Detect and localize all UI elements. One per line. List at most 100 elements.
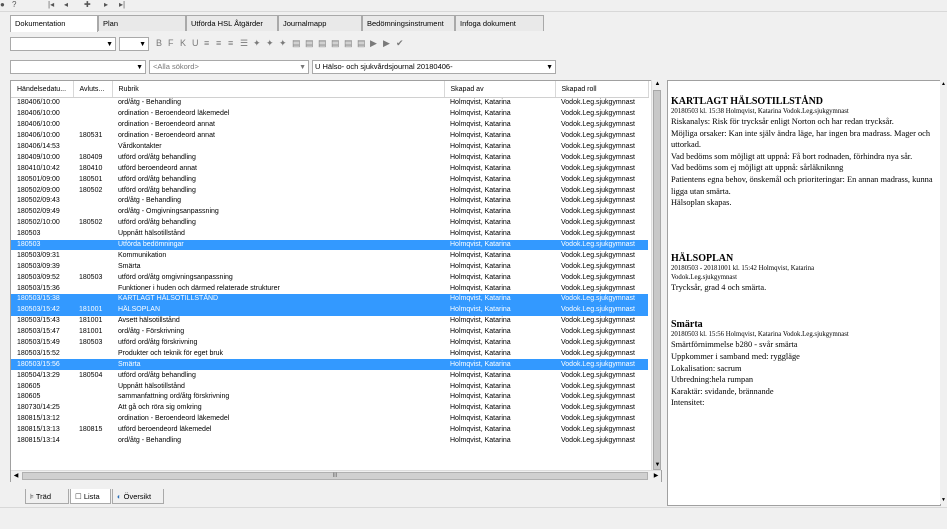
align-right-icon[interactable]: ≡ [228, 37, 233, 49]
underline-icon[interactable]: U [192, 37, 199, 49]
table-row[interactable]: 180406/10:00 ordination - Beroendeord läk… [11, 109, 648, 120]
journal-select[interactable]: U Hälso- och sjukvårdsjournal 20180406- … [312, 60, 556, 74]
italic-k-icon[interactable]: K [180, 37, 186, 49]
table-row[interactable]: 180503 Utförda bedömningar Holmqvist, Kata… [11, 239, 648, 251]
column-header-event-date[interactable]: Händelsedatu... [11, 81, 74, 98]
table-row[interactable]: 180815/13:12 ordination - Beroendeord läk… [11, 414, 648, 425]
tab-plan[interactable]: Plan [98, 15, 186, 31]
table-row[interactable]: 180503/15:52 Produkter och teknik för ege… [11, 348, 648, 359]
event-date-cell: 180406/10:00 [17, 121, 60, 129]
table-row[interactable]: 180503/15:42 181001 HÄLSOPLAN Holmqvist, Ka… [11, 304, 648, 316]
insert-image-icon[interactable]: ▤ [305, 37, 314, 49]
list-horizontal-scroll-thumb[interactable]: III [22, 472, 648, 480]
document-section-line: Uppkommer i samband med: ryggläge [671, 351, 800, 361]
table-row[interactable]: 180605 sammanfattning ord/åtg förskrivnin… [11, 392, 648, 403]
table-row[interactable]: 180503/15:49 180503 utförd ord/åtg förskri… [11, 338, 648, 349]
closed-date-cell [73, 120, 112, 131]
table-row[interactable]: 180502/10:00 180502 utförd ord/åtg behandl… [11, 218, 648, 229]
scroll-right-arrow-icon[interactable]: ▶ [651, 472, 661, 481]
created-role-cell: Vodok.Leg.sjukgymnast [561, 186, 635, 194]
table-row[interactable]: 180406/10:00 180531 ordination - Beroendeo… [11, 131, 648, 142]
symbol-icon[interactable]: ✦ [279, 37, 287, 49]
date-icon[interactable]: ▤ [344, 37, 353, 49]
template-icon[interactable]: ▤ [331, 37, 340, 49]
table-row[interactable]: 180503/09:52 180503 utförd ord/åtg omgivni… [11, 272, 648, 283]
table-row[interactable]: 180502/09:43 ord/åtg - Behandling Holmqvis… [11, 196, 648, 207]
forward-icon[interactable]: ▶ [383, 37, 390, 49]
table-row[interactable]: 180503/15:43 181001 Avsett hälsotillstånd H… [11, 316, 648, 327]
table-row[interactable]: 180504/13:29 180504 utförd ord/åtg behandl… [11, 370, 648, 381]
table-row[interactable]: 180502/09:49 ord/åtg - Omgivningsanpassni… [11, 207, 648, 218]
list-vertical-scrollbar[interactable]: ▲ ▼ [651, 80, 663, 470]
table-row[interactable]: 180503/15:47 181001 ord/åtg - Förskrivning… [11, 327, 648, 338]
list-horizontal-scrollbar[interactable]: ◀ III ▶ [11, 470, 661, 482]
category-filter-combo[interactable]: ▼ [10, 60, 146, 74]
table-row[interactable]: 180730/14:25 Att gå och röra sig omkring H… [11, 403, 648, 414]
view-tab-träd[interactable]: ⊧ Träd [25, 489, 69, 504]
spell-icon[interactable]: ✦ [253, 37, 261, 49]
created-role-cell: Vodok.Leg.sjukgymnast [561, 153, 635, 161]
scroll-down-arrow-icon[interactable]: ▼ [652, 461, 663, 470]
help-icon[interactable]: ? [12, 0, 16, 10]
first-icon[interactable]: |◂ [48, 0, 54, 10]
closed-date-cell [73, 392, 112, 403]
created-role-cell: Vodok.Leg.sjukgymnast [561, 175, 635, 183]
scroll-up-arrow-icon[interactable]: ▲ [940, 80, 947, 88]
note-icon[interactable]: ▤ [357, 37, 366, 49]
bullet-list-icon[interactable]: ☰ [240, 37, 248, 49]
table-row[interactable]: 180410/10:42 180410 utförd beroendeord ann… [11, 163, 648, 174]
tab-utförda-hsl-åtgärder[interactable]: Utförda HSL Åtgärder [186, 15, 278, 31]
scroll-left-arrow-icon[interactable]: ◀ [11, 472, 21, 481]
table-row[interactable]: 180503/09:39 Smärta Holmqvist, Katarina Vod… [11, 261, 648, 272]
last-icon[interactable]: ▸| [119, 0, 125, 10]
column-header-heading[interactable]: Rubrik [112, 81, 445, 98]
format-icon[interactable]: ▤ [318, 37, 327, 49]
list-vertical-scroll-thumb[interactable] [653, 90, 661, 470]
table-row[interactable]: 180503 Uppnått hälsotillstånd Holmqvist, K… [11, 229, 648, 240]
bold-icon[interactable]: B [156, 37, 162, 49]
view-tab-översikt[interactable]: ◐ Översikt [112, 489, 164, 504]
table-row[interactable]: 180503/15:38 KARTLAGT HÄLSOTILLSTÅND Holmq… [11, 294, 648, 305]
table-row[interactable]: 180605 Uppnått hälsotillstånd Holmqvist, K… [11, 381, 648, 392]
table-row[interactable]: 180502/09:00 180502 utförd ord/åtg behandl… [11, 185, 648, 196]
table-row[interactable]: 180406/10:00 ord/åtg - Behandling Holmqvis… [11, 98, 648, 109]
document-section-meta: 20180503 - 20181001 kl. 15:42 Holmqvist,… [671, 264, 815, 272]
italic-icon[interactable]: F [168, 37, 174, 49]
check-icon[interactable]: ✔ [396, 37, 404, 49]
table-row[interactable]: 180815/13:14 ord/åtg - Behandling Holmqvis… [11, 436, 648, 447]
next-icon[interactable]: ▸ [104, 0, 108, 10]
view-tab-lista[interactable]: ☐ Lista [70, 489, 111, 504]
column-header-closed[interactable]: Avluts... [73, 81, 113, 98]
prev-icon[interactable]: ◂ [64, 0, 68, 10]
table-row[interactable]: 180501/09:00 180501 utförd ord/åtg behandl… [11, 174, 648, 185]
table-row[interactable]: 180406/10:00 ordination - Beroendeord ann… [11, 120, 648, 131]
font-combo[interactable]: ▼ [10, 37, 116, 51]
refresh-icon[interactable]: ● [0, 0, 5, 10]
play-icon[interactable]: ▶ [370, 37, 377, 49]
align-left-icon[interactable]: ≡ [204, 37, 209, 49]
search-keyword-combo[interactable]: <Alla sökord> ▼ [149, 60, 309, 74]
abbreviation-icon[interactable]: ✦ [266, 37, 274, 49]
insert-table-icon[interactable]: ▤ [292, 37, 301, 49]
font-size-combo[interactable]: ▼ [119, 37, 149, 51]
column-header-created-role[interactable]: Skapad roll [555, 81, 649, 98]
closed-date-cell [73, 261, 112, 272]
table-row[interactable]: 180503/15:36 Funktioner i huden och därme… [11, 283, 648, 294]
align-center-icon[interactable]: ≡ [216, 37, 221, 49]
tab-journalmapp[interactable]: Journalmapp [278, 15, 362, 31]
closed-date-cell [73, 239, 112, 251]
table-row[interactable]: 180409/10:00 180409 utförd ord/åtg behandl… [11, 152, 648, 163]
column-header-created-by[interactable]: Skapad av [444, 81, 556, 98]
closed-date-cell: 180409 [79, 153, 103, 161]
scroll-down-arrow-icon[interactable]: ▼ [940, 496, 947, 504]
document-scrollbar[interactable]: ▲ ▼ [940, 80, 947, 504]
table-row[interactable]: 180503/15:56 Smärta Holmqvist, Katarina Vod… [11, 359, 648, 371]
tab-dokumentation[interactable]: Dokumentation [10, 15, 98, 32]
table-row[interactable]: 180406/14:53 Vårdkontakter Holmqvist, Kata… [11, 142, 648, 153]
tab-bedömningsinstrument[interactable]: Bedömningsinstrument [362, 15, 455, 31]
scroll-up-arrow-icon[interactable]: ▲ [652, 80, 663, 89]
tab-infoga-dokument[interactable]: Infoga dokument [455, 15, 544, 31]
table-row[interactable]: 180503/09:31 Kommunikation Holmqvist, Kata… [11, 250, 648, 261]
plus-icon[interactable]: ✚ [84, 0, 91, 10]
table-row[interactable]: 180815/13:13 180815 utförd beroendeord läk… [11, 425, 648, 436]
